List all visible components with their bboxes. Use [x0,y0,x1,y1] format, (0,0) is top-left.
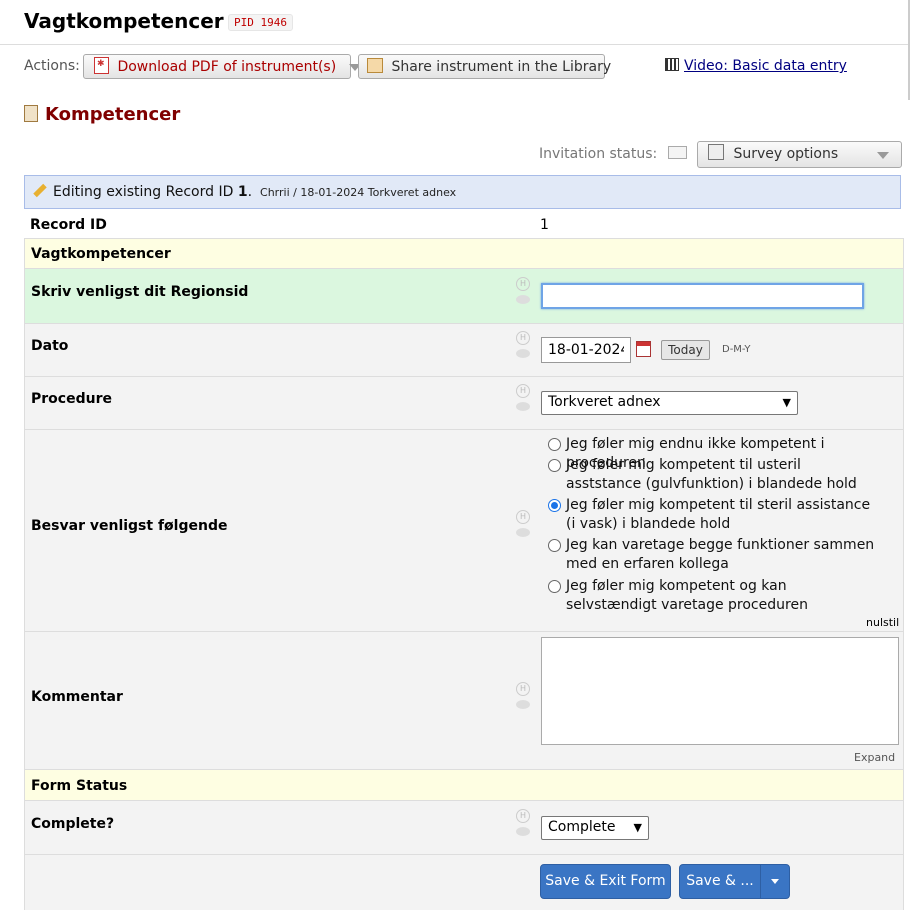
dato-label: Dato [31,338,69,354]
video-link[interactable]: Video: Basic data entry [665,58,847,74]
kommentar-row: Kommentar H Expand [24,632,904,770]
regionsid-input[interactable] [541,283,864,309]
besvar-row: Besvar venligst følgende H Jeg føler mig… [24,430,904,632]
besvar-option-4[interactable]: Jeg kan varetage begge funktioner sammen… [548,536,896,574]
reset-link[interactable]: nulstil [866,616,899,629]
today-button[interactable]: Today [661,340,710,360]
regionsid-label: Skriv venligst dit Regionsid [31,284,249,300]
invitation-status-label: Invitation status: [539,146,658,162]
section-header-label: Vagtkompetencer [31,246,171,262]
complete-select[interactable]: Complete ▼ [541,816,649,840]
pdf-icon: ✱ [94,57,109,74]
field-history-icons[interactable]: H [515,682,531,709]
kommentar-label: Kommentar [31,689,123,705]
history-icon: H [516,809,530,823]
radio-button[interactable] [548,580,561,593]
survey-icon [708,144,724,160]
radio-button[interactable] [548,438,561,451]
regionsid-row: Skriv venligst dit Regionsid H [24,269,904,324]
history-icon: H [516,277,530,291]
history-icon: H [516,510,530,524]
share-library-button[interactable]: Share instrument in the Library [358,54,611,79]
section-header-form-status: Form Status [24,770,904,801]
form-icon [24,105,38,122]
comment-icon [516,349,530,358]
procedure-selected-value: Torkveret adnex [548,394,661,410]
top-bar: Vagtkompetencer PID 1946 [0,0,908,45]
invitation-status[interactable]: Invitation status: [539,146,687,162]
share-icon [367,58,383,73]
record-id-label: Record ID [30,217,107,233]
date-format-hint: D-M-Y [722,344,751,355]
field-history-icons[interactable]: H [515,331,531,358]
comment-icon [516,700,530,709]
record-id-row: Record ID 1 [24,210,904,238]
besvar-option-label: Jeg føler mig kompetent til steril assis… [566,497,871,532]
chevron-down-icon [771,878,779,884]
comment-icon [516,295,530,304]
record-id-value: 1 [540,217,549,233]
pencil-icon [33,183,47,198]
actions-label: Actions: [24,58,80,74]
project-id-badge: PID 1946 [228,14,293,31]
survey-options-button[interactable]: Survey options [697,141,902,168]
edit-record-banner: Editing existing Record ID 1. Chrrii / 18… [24,175,901,209]
radio-button[interactable] [548,539,561,552]
save-more-button-group: Save & ... [679,864,790,899]
besvar-option-label: Jeg føler mig kompetent og kan selvstænd… [566,578,808,613]
besvar-option-5[interactable]: Jeg føler mig kompetent og kan selvstænd… [548,577,876,615]
besvar-label: Besvar venligst følgende [31,518,228,534]
field-history-icons[interactable]: H [515,277,531,304]
dato-input[interactable] [541,337,631,363]
radio-button-selected[interactable] [548,499,561,512]
save-buttons-row: Save & Exit Form Save & ... [24,855,904,910]
scroll-edge [908,0,910,100]
page-title: Vagtkompetencer [24,9,224,33]
history-icon: H [516,384,530,398]
banner-text: Editing existing Record ID [53,184,238,200]
besvar-option-label: Jeg kan varetage begge funktioner sammen… [566,537,875,572]
besvar-option-label: Jeg føler mig kompetent til usteril asst… [566,457,857,492]
banner-record-id: 1 [237,184,248,200]
expand-link[interactable]: Expand [854,751,895,764]
form-status-header-label: Form Status [31,778,128,794]
chevron-down-icon: ▼ [782,396,791,409]
dato-row: Dato H Today D-M-Y [24,324,904,377]
procedure-label: Procedure [31,391,112,407]
chevron-down-icon [877,152,889,159]
field-history-icons[interactable]: H [515,809,531,836]
chevron-down-icon: ▼ [633,821,642,834]
save-exit-button[interactable]: Save & Exit Form [540,864,671,899]
comment-icon [516,528,530,537]
download-pdf-button[interactable]: ✱ Download PDF of instrument(s) [83,54,361,79]
save-more-button[interactable]: Save & ... [680,865,761,898]
banner-subtitle: Chrrii / 18-01-2024 Torkveret adnex [260,186,457,199]
history-icon: H [516,331,530,345]
envelope-icon [667,146,687,159]
complete-label: Complete? [31,816,115,832]
save-more-dropdown[interactable] [761,865,789,898]
kommentar-textarea[interactable] [541,637,899,745]
procedure-select[interactable]: Torkveret adnex ▼ [541,391,798,415]
besvar-option-2[interactable]: Jeg føler mig kompetent til usteril asst… [548,456,876,494]
comment-icon [516,402,530,411]
section-header-vagtkompetencer: Vagtkompetencer [24,238,904,269]
download-pdf-label: Download PDF of instrument(s) [117,59,337,75]
survey-options-label: Survey options [733,146,839,162]
comment-icon [516,827,530,836]
besvar-option-3[interactable]: Jeg føler mig kompetent til steril assis… [548,496,876,534]
field-history-icons[interactable]: H [515,510,531,537]
history-icon: H [516,682,530,696]
procedure-row: Procedure H Torkveret adnex ▼ [24,377,904,430]
complete-row: Complete? H Complete ▼ [24,801,904,855]
radio-button[interactable] [548,459,561,472]
share-library-label: Share instrument in the Library [391,59,612,75]
banner-period: . [247,184,253,200]
field-history-icons[interactable]: H [515,384,531,411]
film-icon [665,58,679,71]
complete-selected-value: Complete [548,819,616,835]
calendar-icon[interactable] [636,341,651,357]
instrument-title: Kompetencer [24,104,180,125]
